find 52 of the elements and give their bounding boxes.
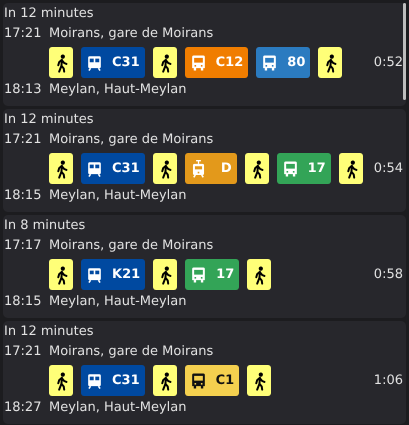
line-number: 17 [216, 266, 234, 284]
arrival-time: 18:15 [4, 187, 42, 205]
departure-stop: Moirans, gare de Moirans [49, 343, 214, 361]
line-number: C31 [112, 372, 140, 390]
walk-icon [49, 365, 73, 396]
line-number: 80 [287, 54, 306, 72]
arrival-stop: Meylan, Haut-Meylan [49, 399, 186, 417]
departs-in: In 8 minutes [4, 218, 86, 233]
departure-time: 17:17 [4, 237, 42, 255]
departure-stop: Moirans, gare de Moirans [49, 131, 214, 149]
line-number: C31 [112, 54, 140, 72]
line-number: C12 [216, 54, 244, 72]
arrival-time: 18:15 [4, 293, 42, 311]
trip-card[interactable]: In 8 minutes 17:17 Moirans, gare de Moirans K21 17 0:58 18:15 Meylan, Haut-Meylan [3, 215, 406, 318]
departure-time: 17:21 [4, 25, 42, 43]
scrollbar[interactable] [403, 3, 406, 100]
walk-icon [153, 259, 178, 290]
line-number: C1 [216, 372, 234, 390]
trip-card[interactable]: In 12 minutes 17:21 Moirans, gare de Moirans C31 C1 1:06 18:27 Meylan, Haut-Meylan [3, 321, 406, 424]
trip-duration: 0:52 [374, 54, 404, 72]
line-number: 17 [308, 160, 326, 178]
walk-icon [49, 47, 73, 78]
walk-icon [49, 259, 73, 290]
trip-duration: 1:06 [374, 372, 404, 390]
walk-icon [152, 47, 177, 78]
arrival-time: 18:13 [4, 81, 42, 99]
walk-icon [49, 153, 73, 184]
arrival-stop: Meylan, Haut-Meylan [49, 187, 186, 205]
line-number: K21 [112, 266, 140, 284]
departs-in: In 12 minutes [4, 324, 94, 339]
arrival-stop: Meylan, Haut-Meylan [49, 293, 186, 311]
walk-icon [247, 259, 272, 290]
line-number: D [220, 160, 232, 178]
trip-card[interactable]: In 12 minutes 17:21 Moirans, gare de Moirans C31 C12 80 0:52 18:13 Meylan, Haut-Meylan [3, 3, 406, 106]
walk-icon [244, 153, 269, 184]
walk-icon [152, 153, 177, 184]
departure-stop: Moirans, gare de Moirans [49, 25, 214, 43]
trip-duration: 0:54 [374, 160, 404, 178]
departs-in: In 12 minutes [4, 112, 94, 127]
walk-icon [338, 153, 363, 184]
arrival-stop: Meylan, Haut-Meylan [49, 81, 186, 99]
trip-card[interactable]: In 12 minutes 17:21 Moirans, gare de Moirans C31 D 17 0:54 18:15 Meylan, Haut-Meylan [3, 109, 406, 212]
walk-icon [247, 365, 272, 396]
departure-time: 17:21 [4, 343, 42, 361]
departure-time: 17:21 [4, 131, 42, 149]
walk-icon [318, 47, 342, 78]
departs-in: In 12 minutes [4, 6, 94, 21]
line-number: C31 [112, 160, 140, 178]
departure-stop: Moirans, gare de Moirans [49, 237, 214, 255]
walk-icon [152, 365, 177, 396]
arrival-time: 18:27 [4, 399, 42, 417]
trip-duration: 0:58 [374, 266, 404, 284]
